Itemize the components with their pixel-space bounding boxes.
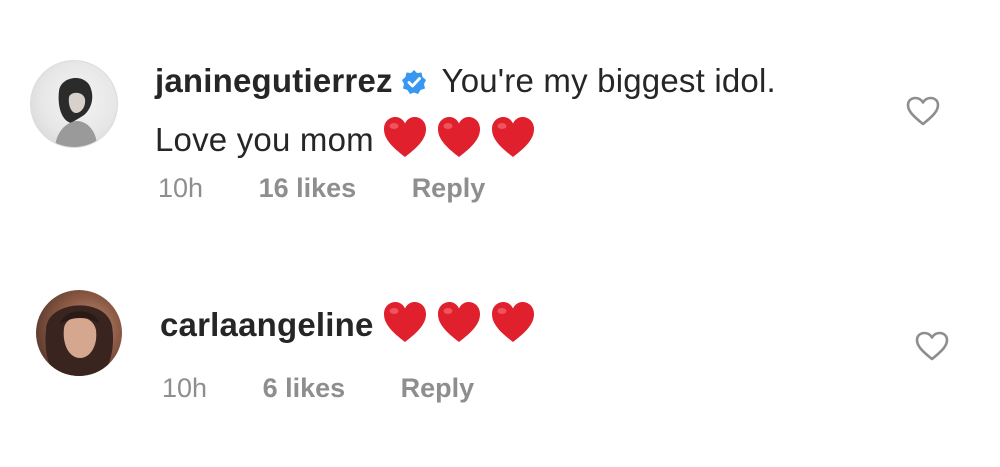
red-heart-emoji	[491, 117, 534, 157]
comment-likes-count[interactable]: 16 likes	[259, 173, 357, 204]
reply-button[interactable]: Reply	[401, 373, 475, 404]
red-heart-emoji	[437, 302, 480, 342]
comment-timestamp: 10h	[162, 373, 208, 403]
verified-badge-icon	[401, 56, 427, 112]
comment-likes-count[interactable]: 6 likes	[263, 373, 346, 404]
avatar[interactable]	[36, 290, 122, 376]
reply-button[interactable]: Reply	[412, 173, 486, 204]
heart-outline-icon[interactable]	[905, 95, 941, 127]
red-heart-emoji	[491, 302, 534, 342]
red-heart-emoji	[383, 117, 426, 157]
red-heart-emoji	[437, 117, 480, 157]
comment-meta: 10h 16 likes Reply	[158, 173, 485, 204]
avatar[interactable]	[30, 60, 118, 148]
avatar-image	[45, 305, 114, 376]
comment-username[interactable]: janinegutierrez	[155, 62, 393, 99]
comment-meta: 10h 6 likes Reply	[162, 373, 474, 404]
comment-body: carlaangeline	[160, 297, 860, 361]
heart-emojis	[382, 115, 544, 176]
red-heart-emoji	[383, 302, 426, 342]
comment-body: janinegutierrez You're my biggest idol. …	[155, 53, 855, 176]
heart-outline-icon[interactable]	[914, 330, 950, 362]
comment-timestamp: 10h	[158, 173, 204, 203]
comment-username[interactable]: carlaangeline	[160, 306, 374, 343]
heart-emojis	[382, 300, 544, 361]
avatar-image	[55, 77, 97, 147]
